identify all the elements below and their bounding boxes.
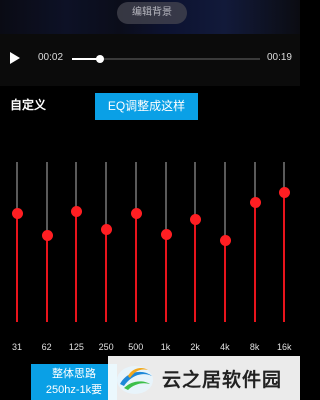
site-logo-icon xyxy=(117,366,153,394)
freq-label-62: 62 xyxy=(41,342,52,352)
eq-band-knob[interactable] xyxy=(12,208,23,220)
eq-band-knob[interactable] xyxy=(130,208,142,220)
eq-band-knob[interactable] xyxy=(190,213,202,225)
eq-band-knob[interactable] xyxy=(160,229,172,240)
mid-callout: 整体思路 250hz-1k要 xyxy=(31,364,117,400)
eq-band-fill xyxy=(194,218,197,322)
eq-band-fill xyxy=(253,202,256,322)
eq-band-fill xyxy=(16,213,18,322)
eq-band-2k[interactable] xyxy=(185,158,205,328)
watermark: 云之居软件园 xyxy=(108,356,300,400)
audio-player: 00:02 00:19 xyxy=(0,34,300,86)
play-icon[interactable] xyxy=(10,52,20,64)
eq-band-fill xyxy=(45,235,48,322)
freq-label-2k: 2k xyxy=(190,342,200,352)
progress-thumb[interactable] xyxy=(96,55,105,63)
mid-callout-line1: 整体思路 xyxy=(52,368,96,380)
mid-callout-line2: 250hz-1k要 xyxy=(45,384,103,396)
eq-band-8k[interactable] xyxy=(245,158,265,328)
eq-band-62[interactable] xyxy=(37,158,57,328)
freq-label-8k: 8k xyxy=(249,342,260,352)
eq-band-knob[interactable] xyxy=(279,187,291,198)
freq-label-31: 31 xyxy=(11,342,22,352)
eq-band-fill xyxy=(105,228,108,322)
eq-band-fill xyxy=(134,213,137,322)
eq-band-knob[interactable] xyxy=(219,235,231,246)
freq-label-16k: 16k xyxy=(277,342,292,352)
freq-label-250: 250 xyxy=(98,342,114,352)
eq-band-4k[interactable] xyxy=(215,158,235,328)
eq-band-fill xyxy=(223,240,226,322)
freq-label-500: 500 xyxy=(128,342,144,352)
freq-label-125: 125 xyxy=(68,342,84,352)
eq-band-fill xyxy=(283,192,286,322)
total-time: 00:19 xyxy=(266,52,292,63)
video-preview: 编辑背景 xyxy=(0,0,300,34)
eq-band-31[interactable] xyxy=(7,158,27,328)
eq-band-knob[interactable] xyxy=(41,230,53,242)
eq-band-16k[interactable] xyxy=(274,158,294,328)
eq-band-knob[interactable] xyxy=(249,197,261,208)
eq-band-1k[interactable] xyxy=(156,158,176,328)
eq-band-250[interactable] xyxy=(96,158,116,328)
eq-callout: EQ调整成这样 xyxy=(95,93,198,120)
eq-band-fill xyxy=(164,234,167,322)
eq-band-knob[interactable] xyxy=(71,206,83,218)
current-time: 00:02 xyxy=(38,52,64,63)
eq-band-knob[interactable] xyxy=(101,223,113,235)
eq-band-125[interactable] xyxy=(66,158,86,328)
eq-band-500[interactable] xyxy=(126,158,146,328)
equalizer-sliders xyxy=(0,158,300,328)
preset-label: 自定义 xyxy=(10,98,47,112)
eq-band-fill xyxy=(75,211,78,322)
freq-label-4k: 4k xyxy=(220,342,230,352)
edit-background-button[interactable]: 编辑背景 xyxy=(117,2,187,24)
watermark-text: 云之居软件园 xyxy=(162,369,283,391)
freq-label-1k: 1k xyxy=(160,342,171,352)
progress-track[interactable] xyxy=(72,55,260,63)
